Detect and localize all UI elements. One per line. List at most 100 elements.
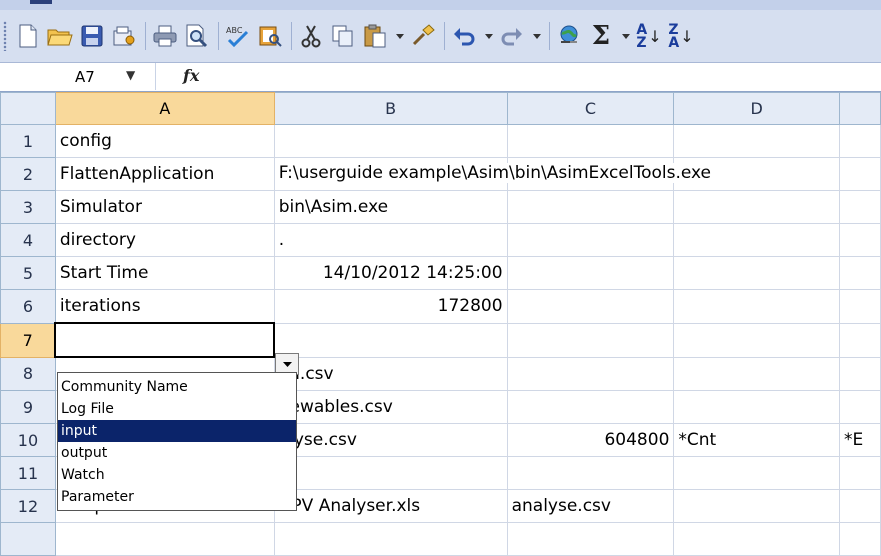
column-header-c[interactable]: C (506, 92, 675, 125)
permission-icon[interactable] (109, 21, 139, 51)
undo-icon[interactable] (449, 21, 479, 51)
chevron-down-icon[interactable] (529, 21, 545, 51)
cell-d4[interactable] (673, 223, 841, 257)
open-icon[interactable] (45, 21, 75, 51)
row-header[interactable]: 9 (0, 390, 56, 424)
column-header-b[interactable]: B (273, 92, 508, 125)
cell-b12[interactable]: NPV Analyser.xls (273, 489, 508, 523)
cell-e13[interactable] (839, 522, 881, 556)
dropdown-option[interactable]: Parameter (58, 486, 296, 508)
cell-c12[interactable]: analyse.csv (506, 489, 675, 523)
cell-c7[interactable] (506, 322, 675, 358)
cut-icon[interactable] (296, 21, 326, 51)
cell-a4[interactable]: directory (54, 223, 275, 257)
validation-dropdown-list[interactable]: Community Name Log File input output Wat… (57, 372, 297, 511)
cell-d9[interactable] (673, 390, 841, 424)
cell-e2[interactable] (839, 157, 881, 191)
row-header[interactable]: 11 (0, 456, 56, 490)
cell-e10[interactable]: *E (839, 423, 881, 457)
cell-d8[interactable] (673, 356, 841, 391)
cell-a13[interactable] (54, 522, 275, 556)
spelling-icon[interactable]: ABC (223, 21, 253, 51)
cell-b13[interactable] (273, 522, 508, 556)
row-header[interactable]: 7 (0, 322, 56, 358)
cell-e4[interactable] (839, 223, 881, 257)
cell-b11[interactable]: s (273, 456, 508, 490)
sort-ascending-icon[interactable]: AZ ↓ (634, 21, 664, 51)
cell-c13[interactable] (506, 522, 675, 556)
cell-a3[interactable]: Simulator (54, 190, 275, 224)
save-icon[interactable] (77, 21, 107, 51)
cell-d6[interactable] (673, 289, 841, 324)
cell-e9[interactable] (839, 390, 881, 424)
cell-c5[interactable] (506, 256, 675, 290)
cell-b2[interactable]: F:\userguide example\Asim\bin\AsimExcelT… (273, 157, 712, 191)
column-header-a[interactable]: A (54, 92, 275, 125)
cell-b1[interactable] (273, 124, 508, 158)
cell-c9[interactable] (506, 390, 675, 424)
row-header[interactable]: 10 (0, 423, 56, 457)
cell-e6[interactable] (839, 289, 881, 324)
row-header[interactable]: 5 (0, 256, 56, 290)
dropdown-option[interactable]: Community Name (58, 376, 296, 398)
cell-d11[interactable] (673, 456, 841, 490)
column-header-d[interactable]: D (673, 92, 841, 125)
cell-b10[interactable]: alyse.csv (273, 423, 508, 457)
research-icon[interactable] (255, 21, 285, 51)
cell-a1[interactable]: config (54, 124, 275, 158)
redo-icon[interactable] (497, 21, 527, 51)
chevron-down-icon[interactable]: ▼ (126, 68, 135, 82)
cell-e5[interactable] (839, 256, 881, 290)
hyperlink-icon[interactable] (554, 21, 584, 51)
cell-d1[interactable] (673, 124, 841, 158)
dropdown-option[interactable]: output (58, 442, 296, 464)
cell-d7[interactable] (673, 322, 841, 358)
cell-c11[interactable] (506, 456, 675, 490)
cell-b9[interactable]: newables.csv (273, 390, 508, 424)
cell-a2[interactable]: FlattenApplication (54, 157, 275, 191)
row-header[interactable]: 1 (0, 124, 56, 158)
row-header[interactable] (0, 522, 56, 556)
cell-c4[interactable] (506, 223, 675, 257)
name-box[interactable]: A7 ▼ (0, 63, 156, 90)
cell-d13[interactable] (673, 522, 841, 556)
cell-b7[interactable] (273, 322, 508, 358)
print-icon[interactable] (150, 21, 180, 51)
cell-e1[interactable] (839, 124, 881, 158)
dropdown-option-selected[interactable]: input (58, 420, 296, 442)
cell-e8[interactable] (839, 356, 881, 391)
paste-icon[interactable] (360, 21, 390, 51)
print-preview-icon[interactable] (182, 21, 212, 51)
dropdown-option[interactable]: Log File (58, 398, 296, 420)
row-header[interactable]: 3 (0, 190, 56, 224)
row-header[interactable]: 8 (0, 356, 56, 391)
cell-c8[interactable] (506, 356, 675, 391)
column-header-e[interactable] (839, 92, 881, 125)
cell-a5[interactable]: Start Time (54, 256, 275, 290)
cell-a6[interactable]: iterations (54, 289, 275, 324)
cell-c1[interactable] (506, 124, 675, 158)
toolbar-grip[interactable] (3, 21, 7, 51)
autosum-icon[interactable]: Σ (586, 21, 616, 51)
cell-b3[interactable]: bin\Asim.exe (273, 190, 508, 224)
cell-c10[interactable]: 604800 (506, 423, 675, 457)
chevron-down-icon[interactable] (618, 21, 634, 51)
chevron-down-icon[interactable] (392, 21, 408, 51)
cell-d5[interactable] (673, 256, 841, 290)
cell-e12[interactable] (839, 489, 881, 523)
sort-descending-icon[interactable]: ZA ↓ (666, 21, 696, 51)
row-header[interactable]: 4 (0, 223, 56, 257)
cell-c6[interactable] (506, 289, 675, 324)
cell-d12[interactable] (673, 489, 841, 523)
chevron-down-icon[interactable] (481, 21, 497, 51)
cell-b8[interactable]: ad.csv (273, 356, 508, 391)
cell-d10[interactable]: *Cnt (673, 423, 841, 457)
cell-e3[interactable] (839, 190, 881, 224)
copy-icon[interactable] (328, 21, 358, 51)
row-header[interactable]: 12 (0, 489, 56, 523)
insert-function-icon[interactable]: fx (183, 66, 199, 85)
cell-c3[interactable] (506, 190, 675, 224)
cell-b6[interactable]: 172800 (273, 289, 508, 324)
dropdown-option[interactable]: Watch (58, 464, 296, 486)
cell-a7[interactable] (54, 322, 276, 358)
